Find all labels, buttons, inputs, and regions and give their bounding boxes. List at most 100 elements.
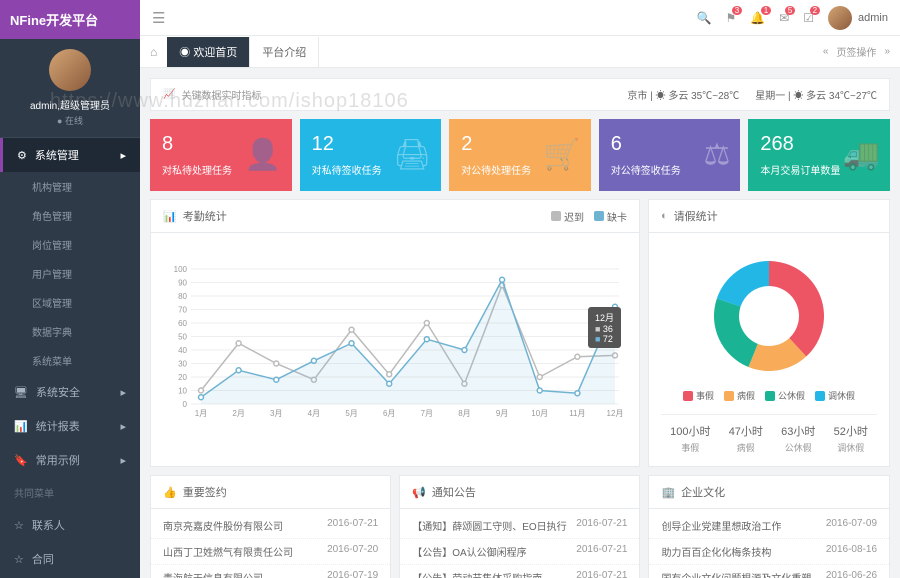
list-icon: 👍 bbox=[163, 486, 177, 499]
bell-icon[interactable]: 🔔1 bbox=[750, 11, 765, 25]
legend-item[interactable]: 调休假 bbox=[815, 389, 855, 402]
nav-item[interactable]: 🔖常用示例▸ bbox=[0, 443, 140, 477]
list-title: 通知公告 bbox=[432, 484, 476, 500]
topbar: ☰ 🔍 ⚑3 🔔1 ✉5 ☑2 admin bbox=[140, 0, 900, 36]
stat-card[interactable]: 8对私待处理任务👤 bbox=[150, 119, 292, 191]
logo: NFine开发平台 bbox=[0, 0, 140, 39]
legend-item[interactable]: 公休假 bbox=[765, 389, 805, 402]
legend-item[interactable]: 病假 bbox=[724, 389, 755, 402]
stat-card[interactable]: 268本月交易订单数量🚚 bbox=[748, 119, 890, 191]
avatar-icon bbox=[828, 6, 852, 30]
tab-intro[interactable]: 平台介绍 bbox=[250, 37, 319, 67]
svg-text:6月: 6月 bbox=[383, 409, 395, 418]
user-menu[interactable]: admin bbox=[828, 6, 888, 30]
task-icon[interactable]: ☑2 bbox=[803, 11, 814, 25]
svg-text:7月: 7月 bbox=[421, 409, 433, 418]
tab-prev[interactable]: « bbox=[823, 46, 829, 57]
badge: 1 bbox=[761, 6, 771, 15]
profile: admin,超级管理员 ● 在线 bbox=[0, 39, 140, 138]
nav-item[interactable]: 🖥系统安全▸ bbox=[0, 375, 140, 409]
svg-text:70: 70 bbox=[178, 306, 187, 315]
nav-item[interactable]: 📊统计报表▸ bbox=[0, 409, 140, 443]
svg-text:10: 10 bbox=[178, 387, 187, 396]
nav-sub-item[interactable]: 岗位管理 bbox=[0, 230, 140, 259]
pie-chart-panel: ◐ 请假统计 事假病假公休假调休假100小时事假47小时病假63小时公休假52小… bbox=[648, 199, 890, 467]
star-icon: ☆ bbox=[14, 519, 24, 532]
mail-icon[interactable]: ✉5 bbox=[779, 11, 789, 25]
search-icon[interactable]: 🔍 bbox=[697, 11, 712, 25]
tabbar: ⌂ ◉ 欢迎首页 平台介绍 « 页签操作 » bbox=[140, 36, 900, 68]
sidebar: NFine开发平台 admin,超级管理员 ● 在线 ⚙系统管理▸机构管理角色管… bbox=[0, 0, 140, 578]
nav-sub-item[interactable]: 角色管理 bbox=[0, 201, 140, 230]
svg-text:50: 50 bbox=[178, 333, 187, 342]
tab-welcome[interactable]: ◉ 欢迎首页 bbox=[167, 37, 250, 67]
profile-status: ● 在线 bbox=[10, 114, 130, 127]
list-panel-contracts: 👍 重要签约南京亮嘉皮件股份有限公司2016-07-21山西丁卫姓燃气有限责任公司… bbox=[150, 475, 391, 578]
legend-item[interactable]: 迟到 bbox=[551, 209, 584, 224]
nav-common-item[interactable]: ☆联系人 bbox=[0, 508, 140, 542]
nav-sub-item[interactable]: 机构管理 bbox=[0, 172, 140, 201]
stat-card[interactable]: 12对私待签收任务🖨 bbox=[300, 119, 442, 191]
nav-icon: 🔖 bbox=[14, 454, 28, 467]
star-icon: ☆ bbox=[14, 553, 24, 566]
chart-icon: 📈 bbox=[163, 89, 175, 100]
badge: 2 bbox=[810, 6, 820, 15]
legend-item[interactable]: 缺卡 bbox=[594, 209, 627, 224]
svg-text:100: 100 bbox=[174, 265, 188, 274]
hamburger-icon[interactable]: ☰ bbox=[152, 9, 165, 27]
list-item[interactable]: 青海航天信息有限公司2016-07-19 bbox=[151, 565, 390, 578]
nav-icon: ⚙ bbox=[17, 149, 27, 162]
svg-text:0: 0 bbox=[183, 400, 188, 409]
nav-item[interactable]: ⚙系统管理▸ bbox=[0, 138, 140, 172]
list-item[interactable]: 【公告】劳动节集体采购指南2016-07-21 bbox=[400, 565, 639, 578]
flag-icon[interactable]: ⚑3 bbox=[725, 11, 736, 25]
list-item[interactable]: 山西丁卫姓燃气有限责任公司2016-07-20 bbox=[151, 539, 390, 565]
stat-card[interactable]: 6对公待签收任务⚖ bbox=[599, 119, 741, 191]
svg-text:90: 90 bbox=[178, 279, 187, 288]
list-panels: 👍 重要签约南京亮嘉皮件股份有限公司2016-07-21山西丁卫姓燃气有限责任公司… bbox=[150, 475, 890, 578]
pie-chart-svg bbox=[704, 251, 834, 381]
list-item[interactable]: 南京亮嘉皮件股份有限公司2016-07-21 bbox=[151, 513, 390, 539]
chart-tooltip: 12月■ 36■ 72 bbox=[588, 307, 621, 348]
nav-common-item[interactable]: ☆合同 bbox=[0, 542, 140, 576]
list-item[interactable]: 【通知】薛颂圆工守则、EO日执行2016-07-21 bbox=[400, 513, 639, 539]
nav-sub-item[interactable]: 系统菜单 bbox=[0, 346, 140, 375]
weather-today: 京市 | ☀ 多云 35℃~28℃ bbox=[627, 87, 739, 102]
avatar[interactable] bbox=[49, 49, 91, 91]
profile-name: admin,超级管理员 bbox=[10, 97, 130, 112]
svg-text:1月: 1月 bbox=[195, 409, 207, 418]
home-icon[interactable]: ⌂ bbox=[140, 45, 167, 59]
tab-ops[interactable]: 页签操作 bbox=[836, 44, 876, 59]
list-title: 重要签约 bbox=[183, 484, 227, 500]
stat-cards: 8对私待处理任务👤12对私待签收任务🖨2对公待处理任务🛒6对公待签收任务⚖268… bbox=[150, 119, 890, 191]
badge: 3 bbox=[732, 6, 742, 15]
list-item[interactable]: 【公告】OA认公御闲程序2016-07-21 bbox=[400, 539, 639, 565]
tab-next[interactable]: » bbox=[884, 46, 890, 57]
svg-text:11月: 11月 bbox=[569, 409, 585, 418]
svg-text:10月: 10月 bbox=[531, 409, 548, 418]
bar-icon: 📊 bbox=[163, 210, 177, 223]
svg-text:20: 20 bbox=[178, 373, 187, 382]
stat-card[interactable]: 2对公待处理任务🛒 bbox=[449, 119, 591, 191]
list-item[interactable]: 国有企业文化问题根源及文化重塑任务分析2016-06-26 bbox=[649, 565, 889, 578]
svg-text:8月: 8月 bbox=[458, 409, 470, 418]
nav-sub-item[interactable]: 数据字典 bbox=[0, 317, 140, 346]
pie-stat: 63小时公休假 bbox=[781, 423, 815, 454]
svg-text:3月: 3月 bbox=[270, 409, 282, 418]
pie-stat: 52小时调休假 bbox=[834, 423, 868, 454]
list-panel-culture: 🏢企业文化创导企业党建里想政治工作2016-07-09助力百百企化化梅条技构20… bbox=[648, 475, 890, 578]
legend-item[interactable]: 事假 bbox=[683, 389, 714, 402]
nav-sub-item[interactable]: 用户管理 bbox=[0, 259, 140, 288]
list-item[interactable]: 助力百百企化化梅条技构2016-08-16 bbox=[649, 539, 889, 565]
svg-text:12月: 12月 bbox=[607, 409, 624, 418]
card-icon: 🛒 bbox=[543, 138, 580, 173]
svg-text:80: 80 bbox=[178, 292, 187, 301]
list-item[interactable]: 创导企业党建里想政治工作2016-07-09 bbox=[649, 513, 889, 539]
indicator-bar: 📈关键数据实时指标 京市 | ☀ 多云 35℃~28℃ 星期一 | ☀ 多云 3… bbox=[150, 78, 890, 111]
nav-sub-item[interactable]: 区域管理 bbox=[0, 288, 140, 317]
card-icon: ⚖ bbox=[703, 138, 730, 173]
panel-title: 考勤统计 bbox=[183, 208, 227, 224]
svg-text:40: 40 bbox=[178, 346, 187, 355]
pie-icon: ◐ bbox=[661, 210, 668, 222]
badge: 5 bbox=[785, 6, 795, 15]
